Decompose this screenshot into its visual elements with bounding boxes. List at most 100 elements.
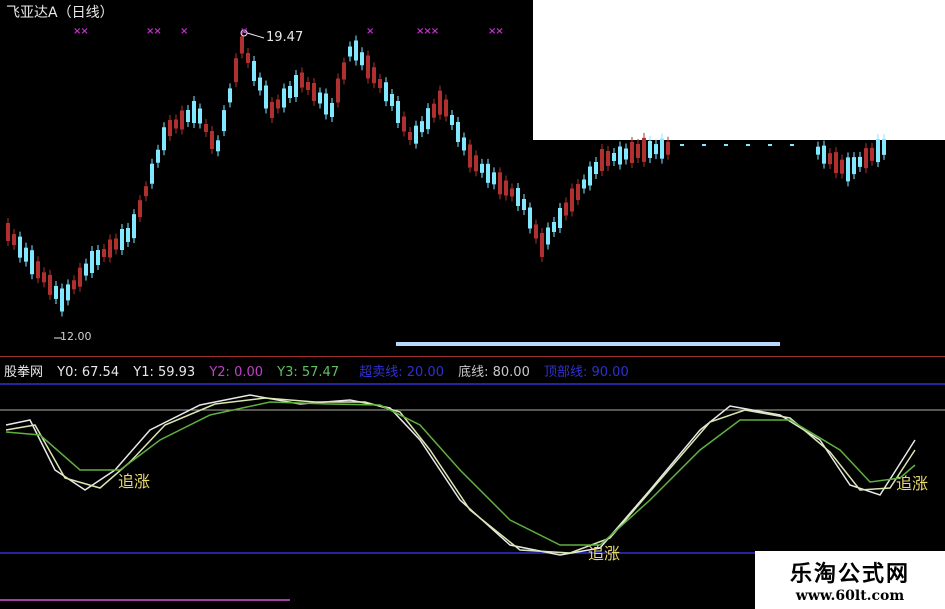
candle-body (264, 85, 268, 109)
candle-body (144, 186, 148, 197)
candle-body (402, 116, 406, 132)
candle-body (30, 250, 34, 275)
indicator-y2: Y2: 0.00 (209, 365, 264, 380)
candle-body (648, 140, 652, 158)
candle-body (642, 137, 646, 162)
candle-body (372, 67, 376, 84)
candle-body (90, 251, 94, 273)
kline-chart[interactable] (0, 0, 945, 609)
candle-body (174, 119, 178, 129)
candle-body (378, 79, 382, 88)
candle-body (138, 200, 142, 218)
candle-body (150, 163, 154, 184)
candle-body (102, 249, 106, 257)
watermark-name: 乐淘公式网 (789, 561, 910, 587)
candle-body (504, 180, 508, 196)
candle-body (426, 108, 430, 130)
candle-body (618, 146, 622, 165)
candle-body (876, 139, 880, 163)
candle-body (702, 144, 706, 146)
candle-body (24, 247, 28, 262)
indicator-y3: Y3: 57.47 (277, 365, 340, 380)
candle-body (396, 101, 400, 123)
indicator-y0: Y0: 67.54 (57, 365, 120, 380)
candle-body (126, 228, 130, 242)
signal-label: 追涨 (588, 544, 621, 563)
candle-body (630, 142, 634, 163)
candle-body (450, 115, 454, 125)
candle-body (564, 202, 568, 216)
signal-marker: ×× (146, 26, 162, 37)
signal-marker: × (180, 26, 188, 37)
indicator-line2: 底线: 80.00 (458, 365, 530, 380)
candle-body (336, 78, 340, 103)
chart-title: 飞亚达A（日线） (6, 5, 114, 21)
candle-body (552, 222, 556, 232)
candle-body (300, 72, 304, 88)
candle-body (408, 132, 412, 140)
candle-body (582, 179, 586, 189)
candle-body (252, 61, 256, 81)
candle-body (114, 238, 118, 250)
candle-body (546, 227, 550, 245)
candle-body (480, 163, 484, 173)
candle-body (72, 280, 76, 290)
candle-body (498, 172, 502, 195)
candle-body (42, 272, 46, 283)
candle-body (492, 172, 496, 185)
high-price-label: 19.47 (266, 30, 304, 45)
candle-body (594, 162, 598, 174)
candle-body (210, 131, 214, 149)
low-price-label: 12.00 (60, 330, 92, 343)
candle-body (120, 229, 124, 250)
panel-divider (0, 356, 945, 357)
candle-body (294, 75, 298, 97)
candle-body (198, 108, 202, 124)
candle-body (246, 53, 250, 63)
candle-body (312, 83, 316, 101)
candle-body (558, 208, 562, 228)
candle-body (96, 250, 100, 265)
candle-body (870, 147, 874, 161)
candle-body (282, 88, 286, 108)
candle-body (822, 145, 826, 164)
candle-body (54, 285, 58, 299)
highlight-bar (396, 342, 780, 346)
candle-body (624, 148, 628, 160)
candle-body (222, 110, 226, 132)
candle-body (420, 121, 424, 133)
candle-body (858, 156, 862, 167)
candle-body (882, 138, 886, 155)
candle-body (724, 144, 728, 146)
candle-body (570, 188, 574, 212)
candle-body (528, 207, 532, 229)
candle-body (834, 152, 838, 174)
candle-body (360, 52, 364, 66)
candle-body (186, 110, 190, 122)
candle-body (6, 223, 10, 241)
candle-body (18, 236, 22, 258)
candle-body (666, 141, 670, 155)
indicator-line1: 超卖线: 20.00 (359, 365, 444, 380)
candle-body (60, 288, 64, 312)
candle-body (534, 224, 538, 239)
candle-body (156, 149, 160, 163)
candle-body (390, 94, 394, 106)
candle-body (746, 144, 750, 146)
candle-body (162, 127, 166, 151)
candle-body (414, 125, 418, 144)
candle-body (342, 62, 346, 80)
candle-body (840, 159, 844, 174)
candle-body (324, 93, 328, 115)
candle-body (600, 149, 604, 171)
candle-body (540, 233, 544, 257)
indicator-legend: 股拳网 Y0: 67.54 Y1: 59.93 Y2: 0.00 Y3: 57.… (4, 361, 639, 380)
signal-label: 追涨 (896, 474, 929, 493)
candle-body (444, 99, 448, 117)
candle-body (432, 103, 436, 118)
candle-body (240, 36, 244, 54)
candle-body (438, 90, 442, 115)
candle-body (228, 88, 232, 103)
candle-body (36, 261, 40, 279)
candle-body (680, 144, 684, 146)
